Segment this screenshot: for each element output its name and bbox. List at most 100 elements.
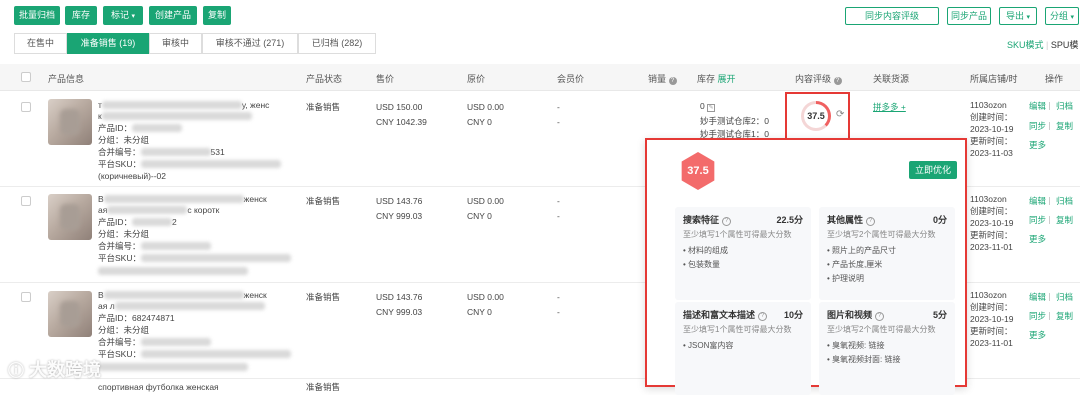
- sku-mode-link[interactable]: SKU模式: [1007, 40, 1044, 50]
- group-label: 分组: [1049, 11, 1068, 21]
- help-icon: ?: [758, 312, 768, 321]
- popup-score-value: 37.5: [687, 165, 709, 177]
- orig-price-usd: USD 0.00: [467, 102, 504, 112]
- product-title[interactable]: спортивная футболка женская: [98, 382, 219, 393]
- spu-mode-link[interactable]: SPU模: [1051, 40, 1079, 50]
- card-search-features: 搜索特征? 22.5分 至少填写1个属性可得最大分数 • 材料的组成 • 包装数…: [675, 207, 811, 300]
- action-separator: [1049, 122, 1050, 130]
- card-description: 描述和富文本描述? 10分 至少填写1个属性可得最大分数 • JSON富内容: [675, 302, 811, 395]
- copy-action[interactable]: 复制: [1056, 310, 1073, 322]
- score-highlight-box: [785, 92, 850, 141]
- create-product-button[interactable]: 创建产品: [149, 6, 197, 25]
- tab-review-failed[interactable]: 审核不通过 (271): [202, 33, 298, 54]
- archive-action[interactable]: 归档: [1056, 195, 1073, 207]
- optimize-now-button[interactable]: 立即优化: [909, 161, 957, 179]
- product-thumbnail[interactable]: [48, 99, 92, 145]
- orig-price-cny: CNY 0: [467, 211, 492, 221]
- card-title: 其他属性?: [827, 213, 876, 226]
- product-id: 产品ID： 2: [98, 217, 177, 227]
- col-source: 关联货源: [873, 74, 910, 84]
- row-checkbox[interactable]: [21, 292, 31, 302]
- store-name: 1103ozon: [970, 194, 1007, 204]
- row-checkbox[interactable]: [21, 196, 31, 206]
- product-status: 准备销售: [306, 196, 341, 206]
- copy-button[interactable]: 复制: [203, 6, 231, 25]
- updated-time: 2023-11-03: [970, 148, 1013, 158]
- copy-action[interactable]: 复制: [1056, 214, 1073, 226]
- help-icon: ?: [875, 312, 885, 321]
- chevron-down-icon: ▾: [131, 13, 136, 20]
- price-cny: CNY 999.03: [376, 211, 423, 221]
- watermark-icon: ⓘ: [8, 363, 25, 380]
- action-separator: [1049, 102, 1050, 110]
- select-all-checkbox[interactable]: [21, 72, 31, 82]
- sync-action[interactable]: 同步: [1029, 120, 1046, 132]
- export-dropdown-button[interactable]: 导出 ▾: [999, 7, 1037, 25]
- sync-action[interactable]: 同步: [1029, 214, 1046, 226]
- sync-product-button[interactable]: 同步产品: [947, 7, 991, 25]
- product-title[interactable]: т у, женс: [98, 100, 269, 111]
- edit-icon[interactable]: ✎: [707, 104, 716, 112]
- price-usd: USD 143.76: [376, 196, 423, 206]
- more-action[interactable]: 更多: [1029, 139, 1046, 151]
- archive-action[interactable]: 归档: [1056, 100, 1073, 112]
- action-separator: [1049, 293, 1050, 301]
- merge-number: 合并编号： 531: [98, 147, 225, 157]
- product-title[interactable]: Вженск: [98, 194, 267, 205]
- orig-price-usd: USD 0.00: [467, 292, 504, 302]
- product-status: 准备销售: [306, 102, 341, 112]
- more-action[interactable]: 更多: [1029, 329, 1046, 341]
- inventory-button[interactable]: 库存: [65, 6, 97, 25]
- more-action[interactable]: 更多: [1029, 233, 1046, 245]
- product-title-line2: ая л: [98, 301, 265, 312]
- group-dropdown-button[interactable]: 分组 ▾: [1045, 7, 1079, 25]
- col-sales-label: 销量: [648, 74, 667, 84]
- card-title: 搜索特征?: [683, 213, 732, 226]
- tab-on-sale[interactable]: 在售中: [14, 33, 67, 54]
- tab-archived[interactable]: 已归档 (282): [298, 33, 376, 54]
- member-price: -: [557, 102, 560, 112]
- card-subtitle: 至少填写2个属性可得最大分数: [827, 230, 936, 239]
- product-title[interactable]: Вженск: [98, 290, 267, 301]
- product-group: 分组：未分组: [98, 135, 150, 145]
- updated-label: 更新时间：: [970, 136, 1013, 146]
- col-content-score: 内容评级 ?: [795, 72, 842, 85]
- chevron-down-icon: ▾: [1070, 14, 1075, 21]
- price-usd: USD 150.00: [376, 102, 423, 112]
- col-status: 产品状态: [306, 74, 343, 84]
- member-price-2: -: [557, 307, 560, 317]
- edit-action[interactable]: 编辑: [1029, 100, 1046, 112]
- sync-content-score-button[interactable]: 同步内容评级: [845, 7, 939, 25]
- chevron-down-icon: ▾: [1026, 14, 1031, 21]
- col-original-price: 原价: [467, 74, 486, 84]
- edit-action[interactable]: 编辑: [1029, 291, 1046, 303]
- source-link[interactable]: 拼多多 +: [873, 102, 906, 113]
- sync-action[interactable]: 同步: [1029, 310, 1046, 322]
- stock-warehouse-2: 妙手测试仓库2：0: [700, 116, 769, 126]
- tab-under-review[interactable]: 审核中: [149, 33, 202, 54]
- product-thumbnail[interactable]: [48, 194, 92, 240]
- export-label: 导出: [1005, 11, 1024, 21]
- product-status: 准备销售: [306, 292, 341, 302]
- product-thumbnail[interactable]: [48, 291, 92, 337]
- batch-archive-button[interactable]: 批量归档: [14, 6, 60, 25]
- product-status: 准备销售: [306, 382, 341, 392]
- price-usd: USD 143.76: [376, 292, 423, 302]
- created-time: 2023-10-19: [970, 314, 1014, 324]
- edit-action[interactable]: 编辑: [1029, 195, 1046, 207]
- product-title-line2: к: [98, 111, 252, 122]
- card-score: 0分: [932, 215, 947, 225]
- redacted-text: [98, 363, 248, 371]
- card-subtitle: 至少填写1个属性可得最大分数: [683, 230, 792, 239]
- tab-ready-to-sell[interactable]: 准备销售 (19): [67, 33, 149, 54]
- tag-label: 标记: [110, 10, 129, 20]
- expand-stock-link[interactable]: 展开: [718, 74, 736, 84]
- row-checkbox[interactable]: [21, 102, 31, 112]
- card-item: • JSON富内容: [683, 341, 734, 350]
- copy-action[interactable]: 复制: [1056, 120, 1073, 132]
- col-content-score-label: 内容评级: [795, 74, 832, 84]
- archive-action[interactable]: 归档: [1056, 291, 1073, 303]
- updated-time: 2023-11-01: [970, 338, 1013, 348]
- tag-dropdown-button[interactable]: 标记 ▾: [103, 6, 143, 25]
- view-mode-switch: SKU模式 | SPU模: [1007, 38, 1078, 51]
